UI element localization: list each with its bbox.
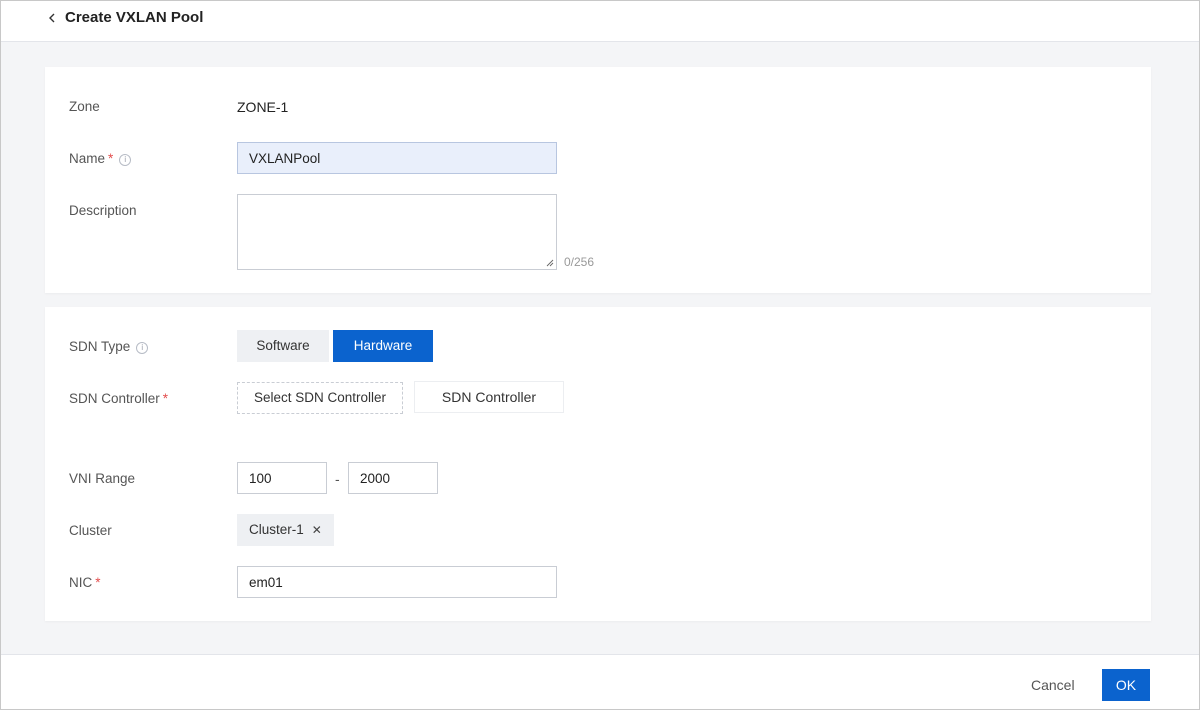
- vni-range-label: VNI Range: [69, 471, 136, 486]
- nic-label: NIC *: [69, 575, 101, 590]
- vni-end-input[interactable]: [348, 462, 438, 494]
- chevron-left-icon[interactable]: [45, 9, 61, 27]
- sdn-type-hardware-button[interactable]: Hardware: [333, 330, 433, 362]
- close-icon[interactable]: ✕: [312, 523, 322, 537]
- basic-info-card: Zone ZONE-1 Name* i Description 0/256: [45, 67, 1151, 293]
- network-card: SDN Type i Software Hardware SDN Controll…: [45, 307, 1151, 621]
- sdn-controller-value[interactable]: SDN Controller: [414, 381, 564, 413]
- dialog-frame: Create VXLAN Pool Zone ZONE-1 Name*i Des…: [0, 0, 1200, 710]
- vni-start-input[interactable]: [237, 462, 327, 494]
- required-marker: *: [108, 151, 114, 166]
- required-marker: *: [162, 391, 169, 406]
- resize-handle-icon[interactable]: [546, 259, 554, 267]
- description-textarea[interactable]: [237, 194, 557, 270]
- ok-button[interactable]: OK: [1102, 669, 1150, 701]
- range-separator: -: [335, 471, 340, 487]
- cluster-label: Cluster: [69, 523, 112, 538]
- sdn-type-label-text: SDN Type: [69, 339, 131, 354]
- select-sdn-controller-button[interactable]: Select SDN Controller: [237, 382, 403, 414]
- nic-input[interactable]: [237, 566, 557, 598]
- cluster-tag-label: Cluster-1: [249, 522, 304, 537]
- cancel-button[interactable]: Cancel: [1031, 677, 1075, 693]
- required-marker: *: [95, 575, 101, 590]
- info-icon[interactable]: i: [136, 342, 149, 354]
- name-label-text: Name: [69, 151, 106, 166]
- name-label: Name * i: [69, 151, 132, 166]
- sdn-type-label: SDN Type i: [69, 339, 149, 354]
- cluster-tag: Cluster-1 ✕: [237, 514, 334, 546]
- sdn-controller-label: SDN Controller *: [69, 391, 168, 406]
- description-label: Description: [69, 203, 137, 218]
- zone-value: ZONE-1: [237, 99, 289, 115]
- page-header: Create VXLAN Pool: [1, 1, 1199, 42]
- info-icon[interactable]: i: [119, 154, 132, 166]
- sdn-controller-label-text: SDN Controller: [69, 391, 160, 406]
- description-counter: 0/256: [564, 255, 595, 269]
- name-input[interactable]: [237, 142, 557, 174]
- zone-label: Zone: [69, 99, 100, 114]
- sdn-type-software-button[interactable]: Software: [237, 330, 329, 362]
- dialog-footer: Cancel OK: [1, 654, 1199, 709]
- nic-label-text: NIC: [69, 575, 93, 590]
- page-title: Create VXLAN Pool: [65, 9, 204, 26]
